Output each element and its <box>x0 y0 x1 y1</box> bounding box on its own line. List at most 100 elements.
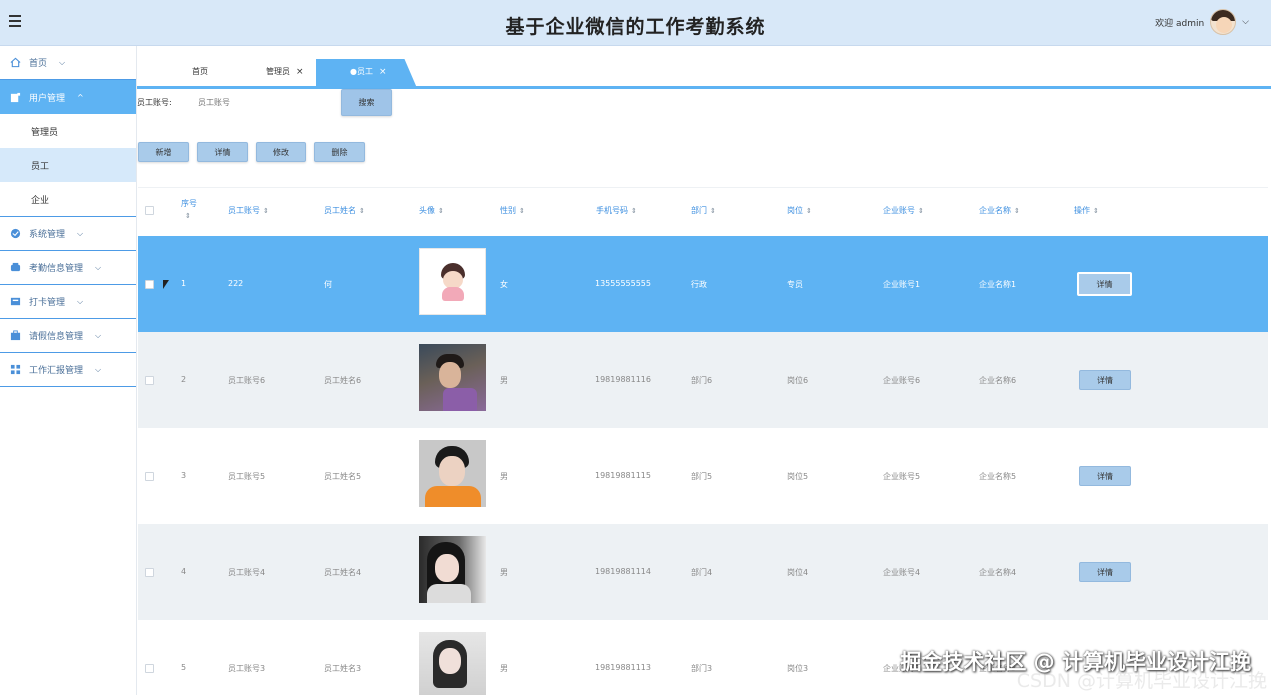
chevron-up-icon: ^ <box>77 92 84 102</box>
chevron-down-icon[interactable]: ⌵ <box>1242 17 1249 27</box>
cell-gender: 男 <box>500 376 508 385</box>
column-header-account[interactable]: 员工账号 ⇕ <box>228 205 269 216</box>
add-button[interactable]: 新增 <box>138 142 189 162</box>
tab-employee[interactable]: ●员工 × <box>316 59 417 87</box>
row-checkbox[interactable] <box>145 376 154 385</box>
sort-icon[interactable]: ⇕ <box>519 207 525 215</box>
row-detail-button[interactable]: 详情 <box>1079 562 1131 582</box>
close-icon[interactable]: × <box>379 67 387 77</box>
sidebar: 首页 ⌵ 用户管理 ^ 管理员 员工 企业 系统管理 ⌵ 考勤信息管理 ⌵ 打卡… <box>0 46 137 695</box>
row-detail-button[interactable]: 详情 <box>1079 370 1131 390</box>
delete-button[interactable]: 删除 <box>314 142 365 162</box>
sidebar-item-home[interactable]: 首页 ⌵ <box>0 46 136 80</box>
chevron-down-icon: ⌵ <box>77 228 84 238</box>
employee-avatar-image <box>419 632 486 695</box>
cell-phone: 13555555555 <box>595 279 651 288</box>
cell-post: 岗位3 <box>787 664 809 673</box>
sidebar-item-label: 考勤信息管理 <box>29 264 84 274</box>
cell-dept: 行政 <box>691 280 707 289</box>
column-header-avatar[interactable]: 头像 ⇕ <box>419 205 444 216</box>
cell-corp-account: 企业账号1 <box>883 280 921 289</box>
cell-gender: 女 <box>500 280 508 289</box>
select-all-checkbox[interactable] <box>145 206 154 215</box>
mouse-cursor-icon <box>163 280 169 289</box>
sidebar-item-label: 首页 <box>29 59 48 69</box>
sidebar-item-attendance[interactable]: 考勤信息管理 ⌵ <box>0 251 136 285</box>
search-label: 员工账号: <box>137 98 172 107</box>
sort-icon[interactable]: ⇕ <box>918 207 924 215</box>
sort-icon[interactable]: ⇕ <box>631 207 637 215</box>
sort-icon[interactable]: ⇕ <box>806 207 812 215</box>
row-detail-button[interactable]: 详情 <box>1079 466 1131 486</box>
column-header-seq[interactable]: 序号 <box>181 198 197 209</box>
cell-dept: 部门6 <box>691 376 713 385</box>
sidebar-item-clock-in[interactable]: 打卡管理 ⌵ <box>0 285 136 319</box>
cell-corp-account: 企业账号5 <box>883 472 921 481</box>
close-icon[interactable]: × <box>296 67 304 77</box>
cell-dept: 部门4 <box>691 568 713 577</box>
column-header-post[interactable]: 岗位 ⇕ <box>787 205 812 216</box>
sort-icon[interactable]: ⇕ <box>1093 207 1099 215</box>
tab-label: 首页 <box>192 67 208 76</box>
app-title: 基于企业微信的工作考勤系统 <box>505 16 766 38</box>
row-checkbox[interactable] <box>145 280 154 289</box>
sidebar-item-report[interactable]: 工作汇报管理 ⌵ <box>0 353 136 387</box>
attendance-icon <box>10 262 21 272</box>
sidebar-item-label: 系统管理 <box>29 230 66 240</box>
cell-seq: 4 <box>181 567 187 576</box>
cell-account: 员工账号6 <box>228 376 266 385</box>
cell-corp-name: 企业名称1 <box>979 280 1017 289</box>
sidebar-subitem-employee[interactable]: 员工 <box>0 148 136 182</box>
sidebar-item-leave[interactable]: 请假信息管理 ⌵ <box>0 319 136 353</box>
top-header: 基于企业微信的工作考勤系统 欢迎 admin ⌵ <box>0 0 1271 46</box>
sort-icon[interactable]: ⇕ <box>438 207 444 215</box>
sidebar-item-user-manage[interactable]: 用户管理 ^ <box>0 80 136 114</box>
cell-account: 员工账号3 <box>228 664 266 673</box>
tab-admin[interactable]: 管理员 × <box>266 59 304 87</box>
sidebar-item-system[interactable]: 系统管理 ⌵ <box>0 217 136 251</box>
column-header-corp-name[interactable]: 企业名称 ⇕ <box>979 205 1020 216</box>
tab-home[interactable]: 首页 <box>192 59 208 87</box>
table-row[interactable]: 4 员工账号4 员工姓名4 男 19819881114 部门4 岗位4 企业账号… <box>138 524 1268 620</box>
watermark: 掘金技术社区 @ 计算机毕业设计江挽 <box>900 650 1251 674</box>
table-row[interactable]: 2 员工账号6 员工姓名6 男 19819881116 部门6 岗位6 企业账号… <box>138 332 1268 428</box>
sort-icon[interactable]: ⇕ <box>263 207 269 215</box>
tab-label: ●员工 <box>350 67 373 76</box>
search-button[interactable]: 搜索 <box>341 89 392 116</box>
row-checkbox[interactable] <box>145 664 154 673</box>
cell-post: 岗位4 <box>787 568 809 577</box>
cell-post: 岗位6 <box>787 376 809 385</box>
table-divider <box>138 187 1268 188</box>
sort-icon[interactable]: ⇕ <box>710 207 716 215</box>
column-header-name[interactable]: 员工姓名 ⇕ <box>324 205 365 216</box>
sort-icon[interactable]: ⇕ <box>359 207 365 215</box>
column-header-corp-account[interactable]: 企业账号 ⇕ <box>883 205 924 216</box>
row-checkbox[interactable] <box>145 568 154 577</box>
row-detail-button[interactable]: 详情 <box>1077 272 1132 296</box>
column-header-phone[interactable]: 手机号码 ⇕ <box>596 205 637 216</box>
cell-phone: 19819881114 <box>595 567 651 576</box>
row-checkbox[interactable] <box>145 472 154 481</box>
table-row[interactable]: 1 222 何 女 13555555555 行政 专员 企业账号1 企业名称1 … <box>138 236 1268 332</box>
user-manage-icon <box>10 92 21 102</box>
cell-seq: 5 <box>181 663 187 672</box>
edit-button[interactable]: 修改 <box>256 142 306 162</box>
user-menu[interactable]: 欢迎 admin ⌵ <box>1155 8 1249 36</box>
sort-icon[interactable]: ⇕ <box>1014 207 1020 215</box>
chevron-down-icon: ⌵ <box>95 364 102 374</box>
table-row[interactable]: 3 员工账号5 员工姓名5 男 19819881115 部门5 岗位5 企业账号… <box>138 428 1268 524</box>
cell-gender: 男 <box>500 664 508 673</box>
column-header-actions[interactable]: 操作 ⇕ <box>1074 205 1099 216</box>
home-icon <box>10 57 21 68</box>
sort-icon[interactable]: ⇕ <box>185 212 191 220</box>
detail-button[interactable]: 详情 <box>197 142 248 162</box>
sidebar-item-label: 工作汇报管理 <box>29 366 84 376</box>
column-header-gender[interactable]: 性别 ⇕ <box>500 205 525 216</box>
search-input[interactable] <box>190 91 330 113</box>
column-header-dept[interactable]: 部门 ⇕ <box>691 205 716 216</box>
sidebar-subitem-company[interactable]: 企业 <box>0 182 136 216</box>
avatar[interactable] <box>1210 9 1237 35</box>
sidebar-subitem-admin[interactable]: 管理员 <box>0 114 136 148</box>
tab-underline <box>137 86 1271 89</box>
cell-corp-name: 企业名称6 <box>979 376 1017 385</box>
